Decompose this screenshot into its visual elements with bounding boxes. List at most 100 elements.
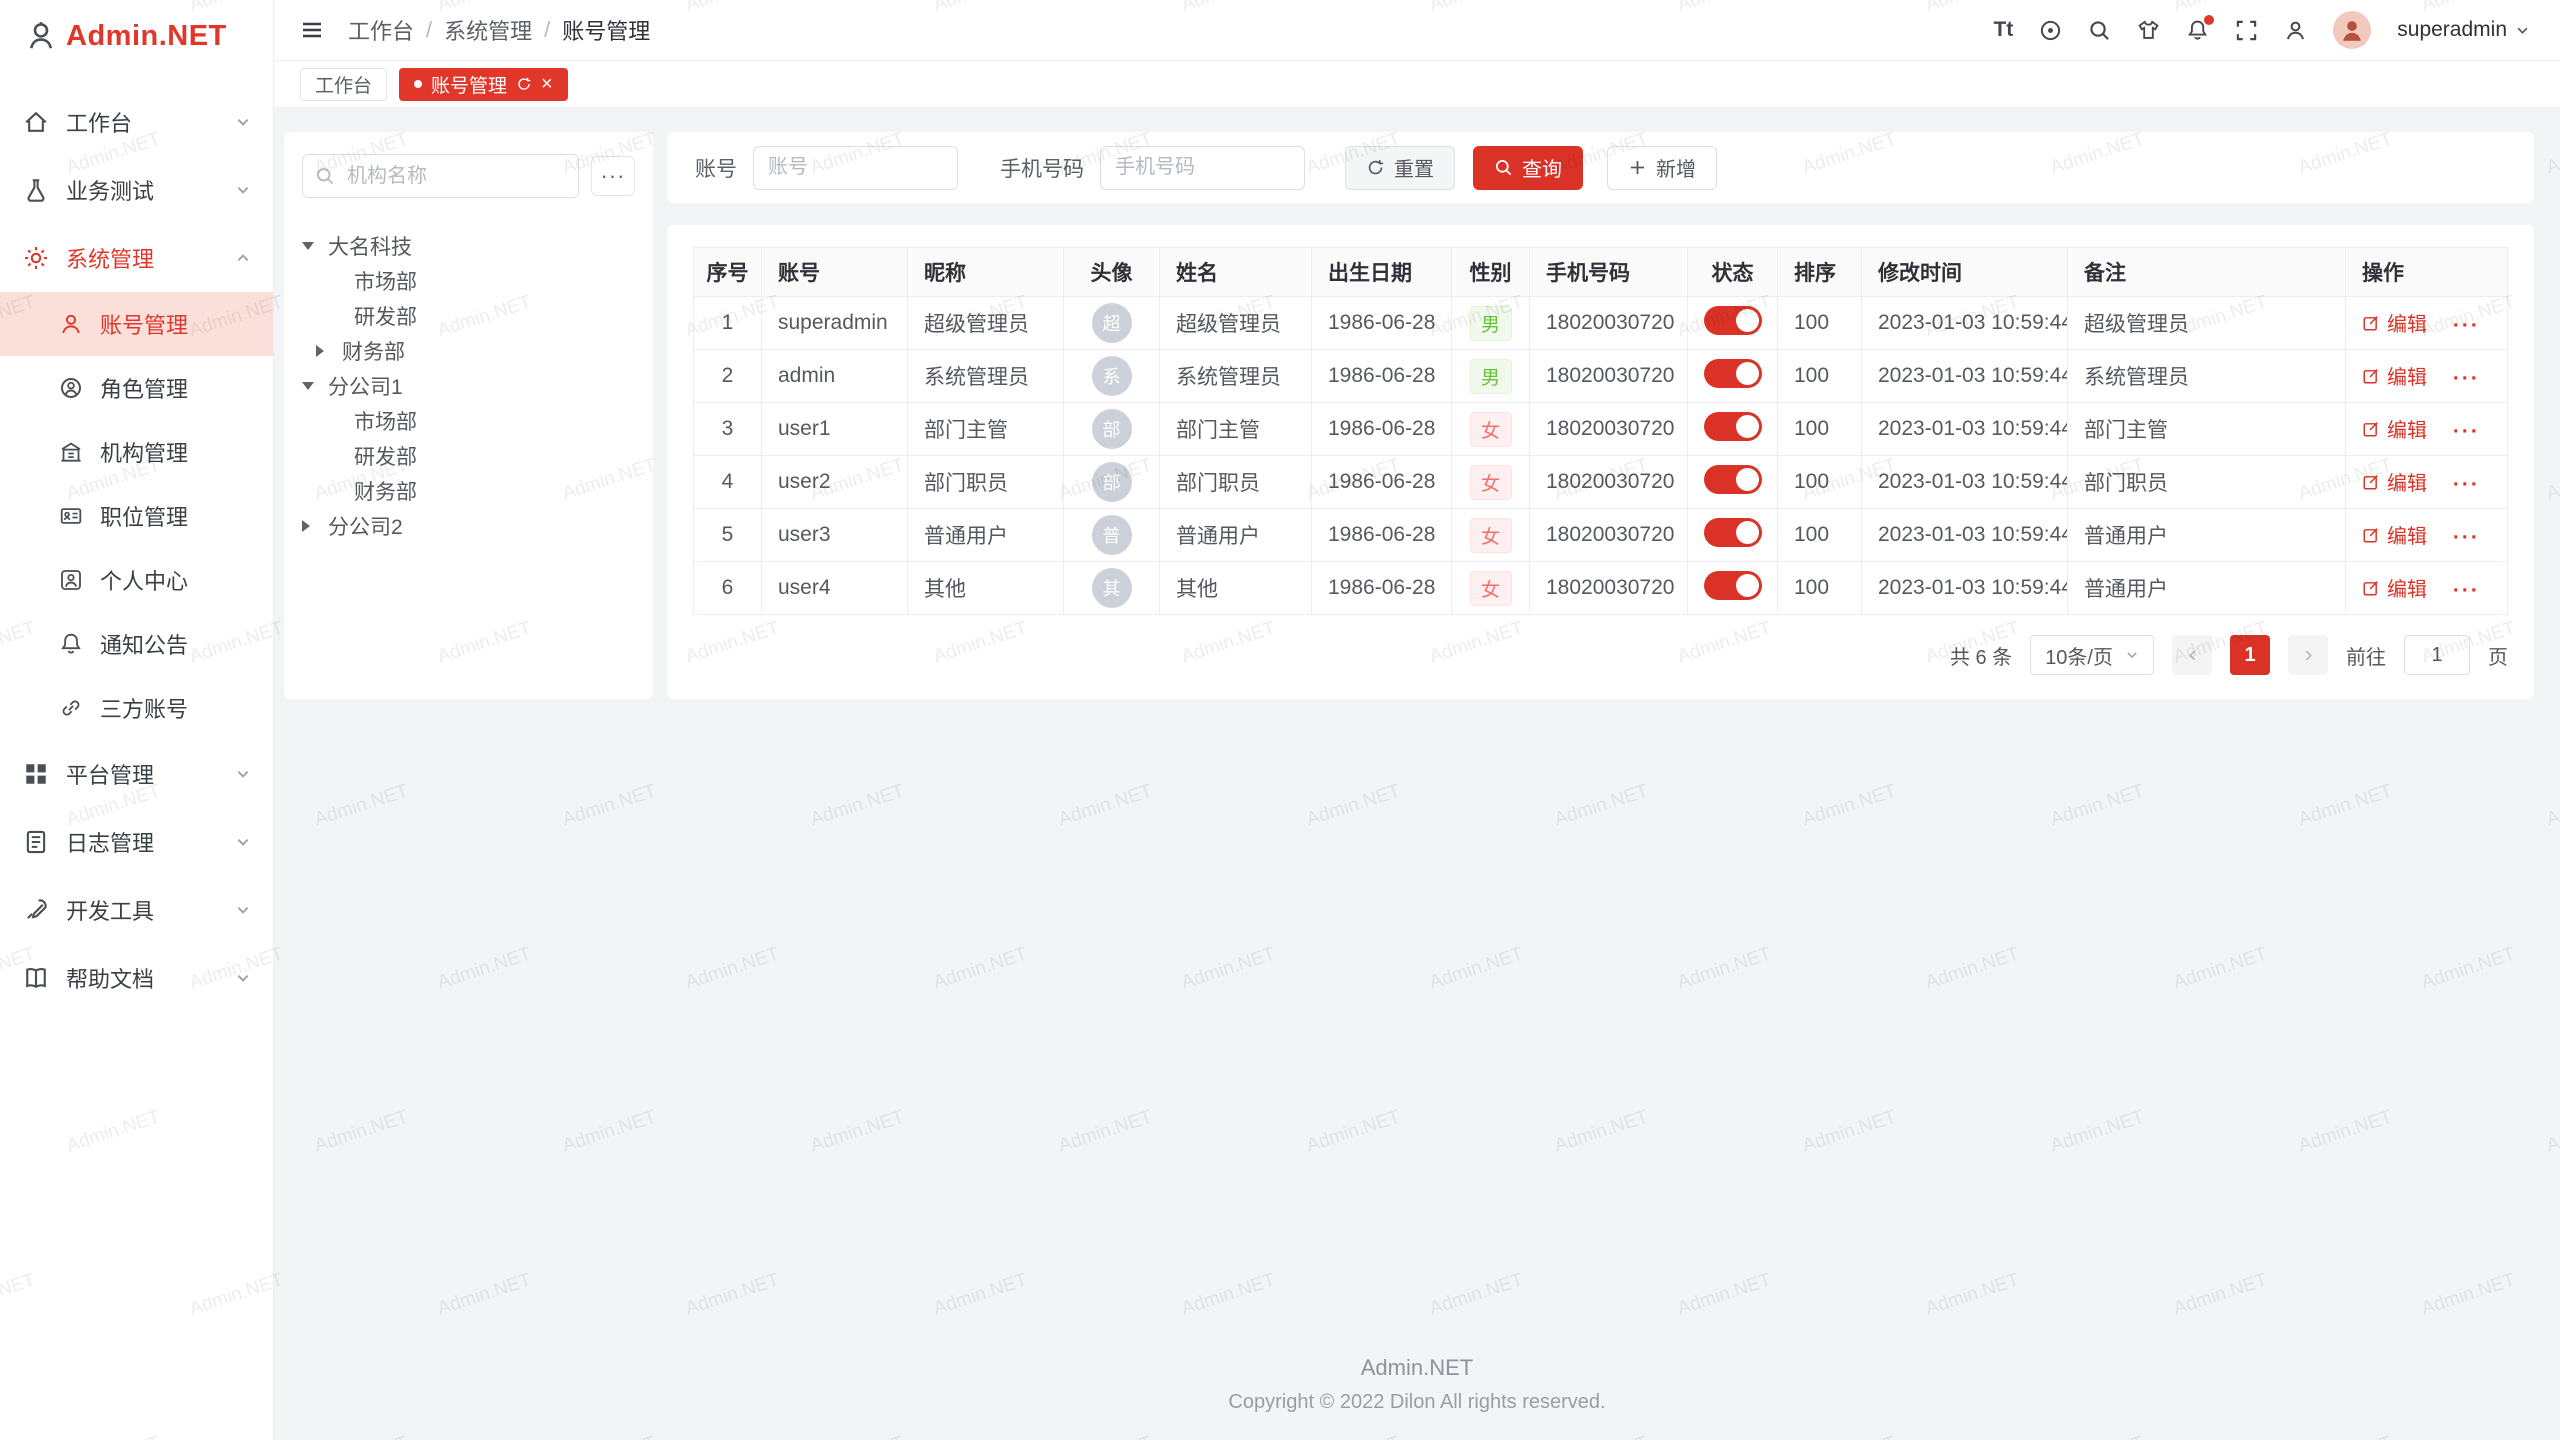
sidebar-item-notice[interactable]: 通知公告 [0, 612, 273, 676]
sidebar-item-help-docs[interactable]: 帮助文档 [0, 944, 273, 1012]
tab-account-management[interactable]: 账号管理 × [399, 68, 568, 101]
tree-node[interactable]: 分公司2 [302, 508, 635, 543]
cell-seq: 2 [694, 350, 762, 403]
add-button[interactable]: 新增 [1607, 146, 1717, 190]
refresh-icon [1366, 158, 1385, 177]
caret-right-icon[interactable] [316, 345, 324, 357]
table-row[interactable]: 2 admin 系统管理员 系 系统管理员 1986-06-28 男 18020… [694, 350, 2508, 403]
cell-gender: 女 [1452, 456, 1530, 509]
next-page-button[interactable] [2288, 635, 2328, 675]
sidebar-item-platform-management[interactable]: 平台管理 [0, 740, 273, 808]
cell-account: admin [762, 350, 908, 403]
cell-status [1688, 456, 1778, 509]
account-input[interactable] [753, 146, 958, 190]
sidebar-item-org-management[interactable]: 机构管理 [0, 420, 273, 484]
cell-account: user4 [762, 562, 908, 615]
cell-gender: 男 [1452, 350, 1530, 403]
status-toggle[interactable] [1704, 465, 1762, 494]
table-row[interactable]: 3 user1 部门主管 部 部门主管 1986-06-28 女 1802003… [694, 403, 2508, 456]
user-avatar[interactable] [2333, 11, 2371, 49]
sidebar: Admin.NET 工作台 业务测试 系统管理 账号管理 [0, 0, 274, 1440]
status-toggle[interactable] [1704, 571, 1762, 600]
tab-workbench[interactable]: 工作台 [300, 68, 387, 101]
cell-birth: 1986-06-28 [1312, 509, 1452, 562]
reset-button[interactable]: 重置 [1345, 146, 1455, 190]
more-actions-button[interactable]: ··· [2453, 367, 2480, 390]
chevron-down-icon [235, 766, 251, 782]
cell-nickname: 其他 [908, 562, 1064, 615]
refresh-icon[interactable] [516, 76, 532, 92]
edit-button[interactable]: 编辑 [2362, 467, 2427, 496]
breadcrumb-item[interactable]: 系统管理 [444, 14, 532, 46]
sidebar-item-log-management[interactable]: 日志管理 [0, 808, 273, 876]
tree-node[interactable]: 研发部 [302, 298, 635, 333]
cell-gender: 女 [1452, 403, 1530, 456]
page-content: ··· 大名科技 市场部 研发部 财务部 分公司1 市场部 研发部 财务部 分公… [274, 108, 2560, 1440]
theme-icon[interactable] [2137, 19, 2160, 42]
sidebar-item-account-management[interactable]: 账号管理 [0, 292, 273, 356]
sidebar-item-role-management[interactable]: 角色管理 [0, 356, 273, 420]
tree-node[interactable]: 市场部 [302, 263, 635, 298]
more-actions-button[interactable]: ··· [2453, 526, 2480, 549]
tree-node[interactable]: 分公司1 [302, 368, 635, 403]
tree-node[interactable]: 财务部 [302, 473, 635, 508]
sidebar-item-business-test[interactable]: 业务测试 [0, 156, 273, 224]
cell-status [1688, 509, 1778, 562]
sidebar-item-dev-tools[interactable]: 开发工具 [0, 876, 273, 944]
caret-down-icon[interactable] [302, 382, 314, 390]
more-actions-button[interactable]: ··· [2453, 579, 2480, 602]
edit-button[interactable]: 编辑 [2362, 520, 2427, 549]
tree-node[interactable]: 大名科技 [302, 228, 635, 263]
cell-phone: 18020030720 [1530, 297, 1688, 350]
status-toggle[interactable] [1704, 359, 1762, 388]
tree-node-label: 研发部 [354, 441, 417, 471]
phone-input[interactable] [1100, 146, 1305, 190]
more-actions-button[interactable]: ··· [2453, 473, 2480, 496]
more-actions-button[interactable]: ··· [2453, 420, 2480, 443]
search-icon [1494, 158, 1513, 177]
tree-node[interactable]: 研发部 [302, 438, 635, 473]
table-row[interactable]: 6 user4 其他 其 其他 1986-06-28 女 18020030720 [694, 562, 2508, 615]
sidebar-item-system-management[interactable]: 系统管理 [0, 224, 273, 292]
status-toggle[interactable] [1704, 306, 1762, 335]
sidebar-item-position-management[interactable]: 职位管理 [0, 484, 273, 548]
edit-button[interactable]: 编辑 [2362, 361, 2427, 390]
query-button[interactable]: 查询 [1473, 146, 1583, 190]
tree-node[interactable]: 财务部 [302, 333, 635, 368]
hamburger-menu-icon[interactable] [300, 18, 324, 42]
notification-icon[interactable] [2186, 19, 2209, 42]
username[interactable]: superadmin [2397, 18, 2530, 42]
prev-page-button[interactable] [2172, 635, 2212, 675]
more-options-button[interactable]: ··· [591, 156, 635, 196]
search-icon[interactable] [2088, 19, 2111, 42]
table-row[interactable]: 4 user2 部门职员 部 部门职员 1986-06-28 女 1802003… [694, 456, 2508, 509]
chevron-down-icon [235, 834, 251, 850]
sidebar-item-workbench[interactable]: 工作台 [0, 88, 273, 156]
status-toggle[interactable] [1704, 412, 1762, 441]
fullscreen-icon[interactable] [2235, 19, 2258, 42]
tree-node[interactable]: 市场部 [302, 403, 635, 438]
sidebar-item-third-party-account[interactable]: 三方账号 [0, 676, 273, 740]
table-row[interactable]: 5 user3 普通用户 普 普通用户 1986-06-28 女 1802003… [694, 509, 2508, 562]
caret-right-icon[interactable] [302, 520, 310, 532]
current-page-button[interactable]: 1 [2230, 635, 2270, 675]
edit-button[interactable]: 编辑 [2362, 573, 2427, 602]
sidebar-item-personal-center[interactable]: 个人中心 [0, 548, 273, 612]
breadcrumb-item[interactable]: 工作台 [348, 14, 414, 46]
page-size-select[interactable]: 10条/页 [2030, 635, 2154, 675]
table-row[interactable]: 1 superadmin 超级管理员 超 超级管理员 1986-06-28 男 … [694, 297, 2508, 350]
font-size-icon[interactable]: Tt [1993, 18, 2013, 42]
goto-page-input[interactable] [2404, 635, 2470, 675]
close-icon[interactable]: × [541, 74, 553, 94]
caret-down-icon[interactable] [302, 242, 314, 250]
more-actions-button[interactable]: ··· [2453, 314, 2480, 337]
edit-button[interactable]: 编辑 [2362, 308, 2427, 337]
profile-icon[interactable] [2284, 19, 2307, 42]
cell-order: 100 [1778, 509, 1862, 562]
org-search-input[interactable] [302, 154, 579, 198]
sidebar-item-label: 日志管理 [66, 826, 235, 858]
component-size-icon[interactable] [2039, 19, 2062, 42]
status-toggle[interactable] [1704, 518, 1762, 547]
breadcrumb-separator: / [544, 17, 550, 43]
edit-button[interactable]: 编辑 [2362, 414, 2427, 443]
